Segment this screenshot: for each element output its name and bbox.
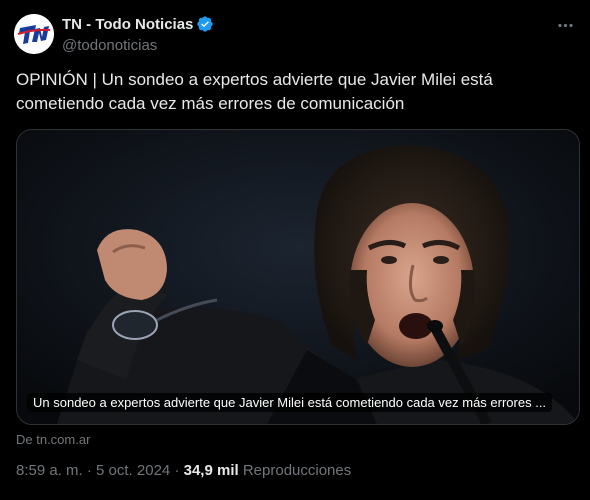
more-options-button[interactable] <box>554 16 576 34</box>
handle[interactable]: @todonoticias <box>62 37 214 54</box>
tweet-header: TN - Todo Noticias @todonoticias <box>14 14 576 58</box>
meta-separator: · <box>86 462 92 479</box>
tweet-text: OPINIÓN | Un sondeo a expertos advierte … <box>16 70 493 113</box>
account-names: TN - Todo Noticias @todonoticias <box>62 14 214 54</box>
verified-badge-icon[interactable] <box>196 15 214 33</box>
more-options-icon <box>557 23 573 27</box>
tn-logo-icon <box>14 14 54 54</box>
card-caption: Un sondeo a expertos advierte que Javier… <box>27 393 553 412</box>
tweet-meta: 8:59 a. m. · 5 oct. 2024 · 34,9 mil Repr… <box>16 462 351 479</box>
views-label: Reproducciones <box>242 462 352 479</box>
display-name[interactable]: TN - Todo Noticias <box>62 16 193 33</box>
card-source-link[interactable]: De tn.com.ar <box>16 432 90 447</box>
tweet: TN - Todo Noticias @todonoticias OPINIÓN… <box>0 0 590 500</box>
link-card[interactable]: Un sondeo a expertos advierte que Javier… <box>16 129 580 425</box>
avatar[interactable] <box>14 14 54 54</box>
meta-separator-2: · <box>174 462 180 479</box>
views-count: 34,9 mil <box>183 462 239 479</box>
post-date[interactable]: 5 oct. 2024 <box>96 462 170 479</box>
post-time[interactable]: 8:59 a. m. <box>16 462 83 479</box>
article-photo <box>17 130 579 424</box>
